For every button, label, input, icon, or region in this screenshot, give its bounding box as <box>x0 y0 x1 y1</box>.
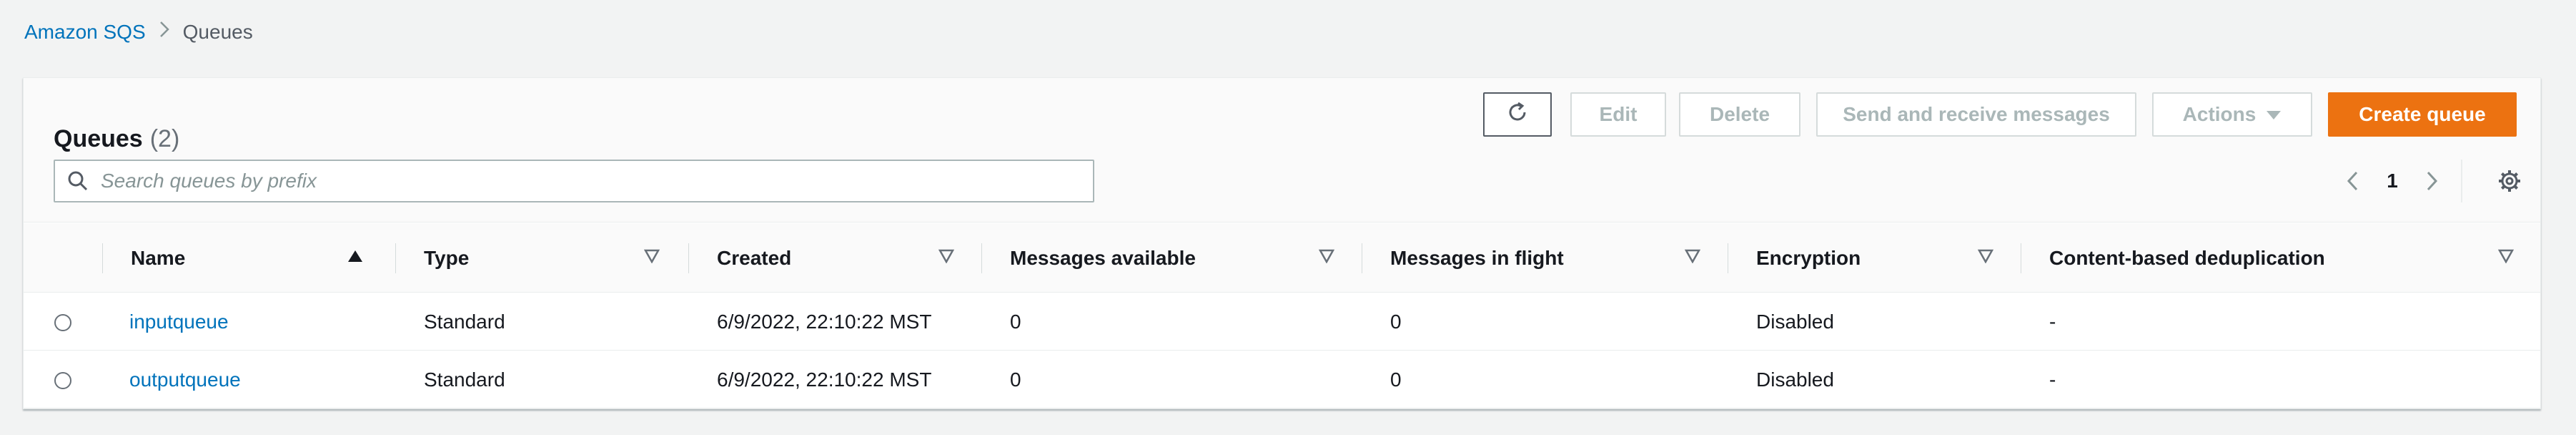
column-header-encryption[interactable]: Encryption <box>1756 223 1861 293</box>
encryption-status: Disabled <box>1756 368 1834 391</box>
send-receive-messages-button[interactable]: Send and receive messages <box>1816 92 2136 137</box>
column-separator <box>395 243 396 273</box>
sort-icon[interactable] <box>1319 249 1334 263</box>
messages-available: 0 <box>1010 311 1021 333</box>
breadcrumb-current: Queues <box>182 21 253 43</box>
column-header-type[interactable]: Type <box>424 223 469 293</box>
sort-ascending-icon[interactable] <box>347 249 364 263</box>
search-icon <box>55 161 101 201</box>
sort-icon[interactable] <box>1685 249 1700 263</box>
caret-down-icon <box>2266 103 2282 126</box>
column-header-content-based-deduplication[interactable]: Content-based deduplication <box>2049 223 2325 293</box>
queue-created: 6/9/2022, 22:10:22 MST <box>717 368 932 391</box>
queue-type: Standard <box>424 311 505 333</box>
pagination: 1 <box>2332 158 2452 204</box>
messages-in-flight: 0 <box>1390 311 1402 333</box>
column-separator <box>102 243 103 273</box>
sort-icon[interactable] <box>1978 249 1993 263</box>
queue-name-link[interactable]: inputqueue <box>129 293 229 351</box>
queue-type: Standard <box>424 368 505 391</box>
column-header-messages-available[interactable]: Messages available <box>1010 223 1196 293</box>
content-based-deduplication: - <box>2049 368 2056 391</box>
row-select-radio[interactable] <box>54 372 71 389</box>
table-row[interactable]: outputqueue Standard 6/9/2022, 22:10:22 … <box>24 351 2540 409</box>
refresh-icon <box>1505 100 1530 129</box>
refresh-button[interactable] <box>1483 92 1552 137</box>
page-title-text: Queues <box>54 124 143 152</box>
breadcrumb-amazon-sqs-link[interactable]: Amazon SQS <box>24 21 146 44</box>
content-based-deduplication: - <box>2049 311 2056 333</box>
search-input[interactable] <box>101 161 1093 201</box>
column-header-name[interactable]: Name <box>131 223 185 293</box>
messages-available: 0 <box>1010 368 1021 391</box>
current-page-number[interactable]: 1 <box>2372 170 2412 192</box>
edit-button[interactable]: Edit <box>1570 92 1666 137</box>
delete-button[interactable]: Delete <box>1679 92 1800 137</box>
queue-created: 6/9/2022, 22:10:22 MST <box>717 311 932 333</box>
gear-icon[interactable] <box>2491 162 2528 200</box>
column-header-messages-in-flight[interactable]: Messages in flight <box>1390 223 1564 293</box>
create-queue-button[interactable]: Create queue <box>2328 92 2517 137</box>
queues-panel: Queues (2) Edit Delete Send and receive … <box>23 77 2541 409</box>
search-box <box>54 160 1094 202</box>
breadcrumb: Amazon SQS Queues <box>24 20 253 44</box>
table-row[interactable]: inputqueue Standard 6/9/2022, 22:10:22 M… <box>24 293 2540 351</box>
chevron-right-icon <box>159 20 170 44</box>
pagination-divider <box>2461 160 2462 202</box>
sort-icon[interactable] <box>644 249 660 263</box>
column-separator <box>981 243 982 273</box>
column-separator <box>688 243 689 273</box>
actions-dropdown[interactable]: Actions <box>2152 92 2312 137</box>
sort-icon[interactable] <box>2498 249 2514 263</box>
sort-icon[interactable] <box>938 249 954 263</box>
column-header-created[interactable]: Created <box>717 223 791 293</box>
table-header: Name Type Created Messages available Mes… <box>24 223 2540 293</box>
row-select-radio[interactable] <box>54 314 71 331</box>
messages-in-flight: 0 <box>1390 368 1402 391</box>
encryption-status: Disabled <box>1756 311 1834 333</box>
queue-name-link[interactable]: outputqueue <box>129 351 241 409</box>
previous-page-icon[interactable] <box>2332 158 2372 204</box>
actions-label: Actions <box>2182 103 2257 125</box>
queue-count: (2) <box>149 124 180 152</box>
panel-header: Queues (2) Edit Delete Send and receive … <box>24 78 2540 223</box>
next-page-icon[interactable] <box>2412 158 2452 204</box>
